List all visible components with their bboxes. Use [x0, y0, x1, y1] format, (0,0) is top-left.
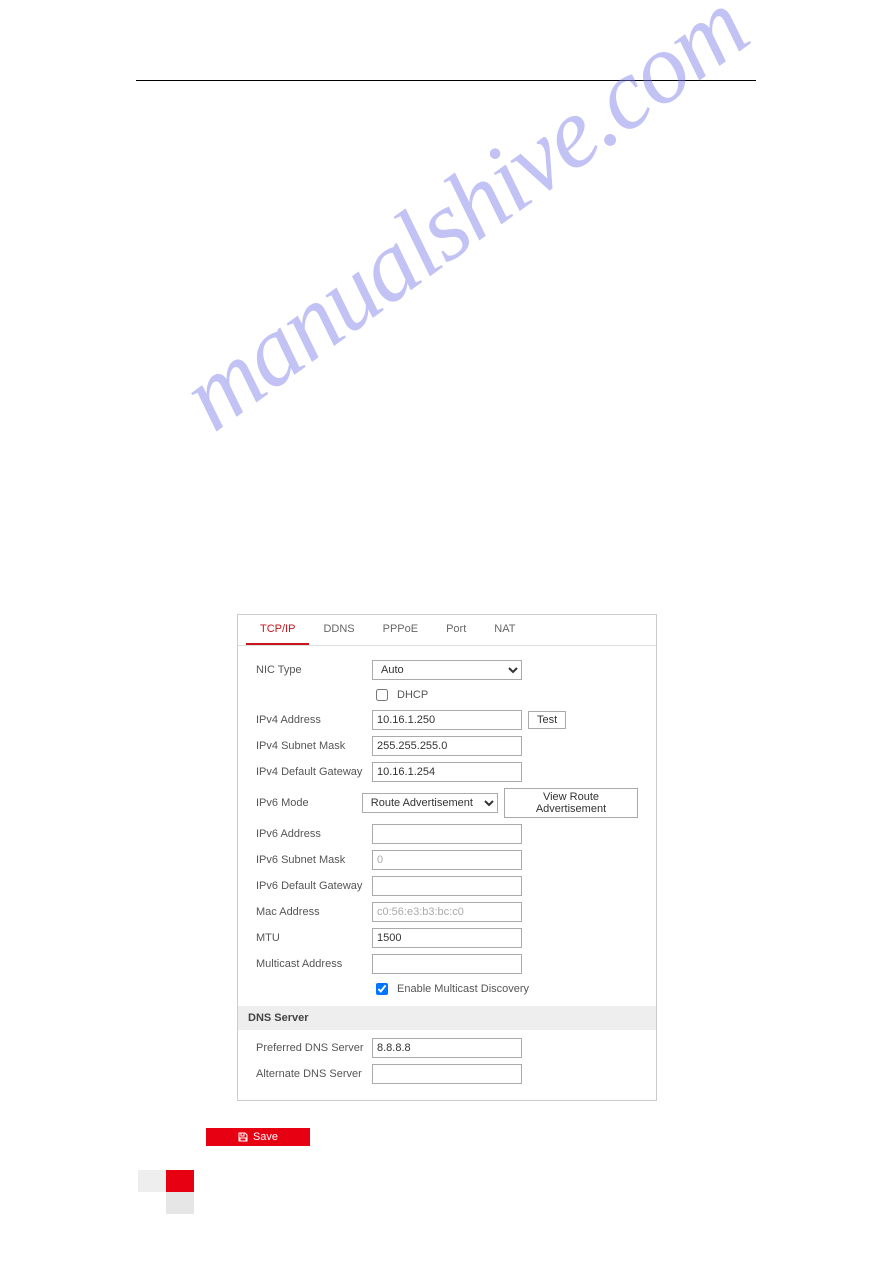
bottom-decor — [138, 1170, 194, 1214]
label-ipv4-address: IPv4 Address — [256, 714, 372, 726]
row-ipv6-gateway: IPv6 Default Gateway — [256, 876, 638, 896]
label-ipv6-mode: IPv6 Mode — [256, 797, 362, 809]
decor-block — [166, 1192, 194, 1214]
label-ipv6-address: IPv6 Address — [256, 828, 372, 840]
row-ipv6-mode: IPv6 Mode Route Advertisement View Route… — [256, 788, 638, 818]
select-nic-type[interactable]: Auto — [372, 660, 522, 680]
label-multicast-discovery: Enable Multicast Discovery — [397, 983, 529, 995]
label-multicast-address: Multicast Address — [256, 958, 372, 970]
tabbar: TCP/IP DDNS PPPoE Port NAT — [238, 615, 656, 646]
network-settings-panel: TCP/IP DDNS PPPoE Port NAT NIC Type Auto… — [237, 614, 657, 1101]
tab-pppoe[interactable]: PPPoE — [369, 615, 432, 645]
save-button-label: Save — [253, 1131, 278, 1143]
input-multicast-address[interactable] — [372, 954, 522, 974]
input-ipv6-subnet[interactable] — [372, 850, 522, 870]
row-ipv4-subnet: IPv4 Subnet Mask — [256, 736, 638, 756]
input-ipv4-subnet[interactable] — [372, 736, 522, 756]
row-multicast-address: Multicast Address — [256, 954, 638, 974]
input-alternate-dns[interactable] — [372, 1064, 522, 1084]
label-dhcp: DHCP — [397, 689, 428, 701]
watermark-text: manualshive.com — [160, 0, 767, 453]
label-mac-address: Mac Address — [256, 906, 372, 918]
row-enable-multicast-discovery: Enable Multicast Discovery — [256, 980, 638, 998]
label-ipv6-gateway: IPv6 Default Gateway — [256, 880, 372, 892]
row-ipv4-address: IPv4 Address Test — [256, 710, 638, 730]
label-ipv4-gateway: IPv4 Default Gateway — [256, 766, 372, 778]
button-test[interactable]: Test — [528, 711, 566, 729]
label-nic-type: NIC Type — [256, 664, 372, 676]
row-ipv6-address: IPv6 Address — [256, 824, 638, 844]
input-ipv4-gateway[interactable] — [372, 762, 522, 782]
row-mac-address: Mac Address — [256, 902, 638, 922]
row-preferred-dns: Preferred DNS Server — [256, 1038, 638, 1058]
select-ipv6-mode[interactable]: Route Advertisement — [362, 793, 498, 813]
row-alternate-dns: Alternate DNS Server — [256, 1064, 638, 1084]
decor-block — [166, 1170, 194, 1192]
input-ipv6-address[interactable] — [372, 824, 522, 844]
input-ipv4-address[interactable] — [372, 710, 522, 730]
divider-top — [136, 80, 756, 81]
tab-nat[interactable]: NAT — [480, 615, 529, 645]
save-icon — [238, 1132, 248, 1142]
label-mtu: MTU — [256, 932, 372, 944]
decor-block — [138, 1192, 166, 1214]
decor-block — [138, 1170, 166, 1192]
row-ipv6-subnet: IPv6 Subnet Mask — [256, 850, 638, 870]
label-alternate-dns: Alternate DNS Server — [256, 1068, 372, 1080]
checkbox-multicast-discovery[interactable] — [376, 983, 388, 995]
tab-tcpip[interactable]: TCP/IP — [246, 615, 309, 645]
form-area: NIC Type Auto DHCP IPv4 Address Test — [238, 646, 656, 1100]
checkbox-dhcp-wrap: DHCP — [372, 686, 428, 704]
input-ipv6-gateway[interactable] — [372, 876, 522, 896]
tab-port[interactable]: Port — [432, 615, 480, 645]
input-mac-address — [372, 902, 522, 922]
row-mtu: MTU — [256, 928, 638, 948]
label-preferred-dns: Preferred DNS Server — [256, 1042, 372, 1054]
row-ipv4-gateway: IPv4 Default Gateway — [256, 762, 638, 782]
section-header-dns: DNS Server — [238, 1006, 656, 1030]
input-preferred-dns[interactable] — [372, 1038, 522, 1058]
input-mtu[interactable] — [372, 928, 522, 948]
tab-ddns[interactable]: DDNS — [309, 615, 368, 645]
label-ipv4-subnet: IPv4 Subnet Mask — [256, 740, 372, 752]
row-nic-type: NIC Type Auto — [256, 660, 638, 680]
button-view-route-advertisement[interactable]: View Route Advertisement — [504, 788, 638, 818]
checkbox-multicast-discovery-wrap: Enable Multicast Discovery — [372, 980, 529, 998]
checkbox-dhcp[interactable] — [376, 689, 388, 701]
label-ipv6-subnet: IPv6 Subnet Mask — [256, 854, 372, 866]
save-button[interactable]: Save — [206, 1128, 310, 1146]
row-dhcp: DHCP — [256, 686, 638, 704]
